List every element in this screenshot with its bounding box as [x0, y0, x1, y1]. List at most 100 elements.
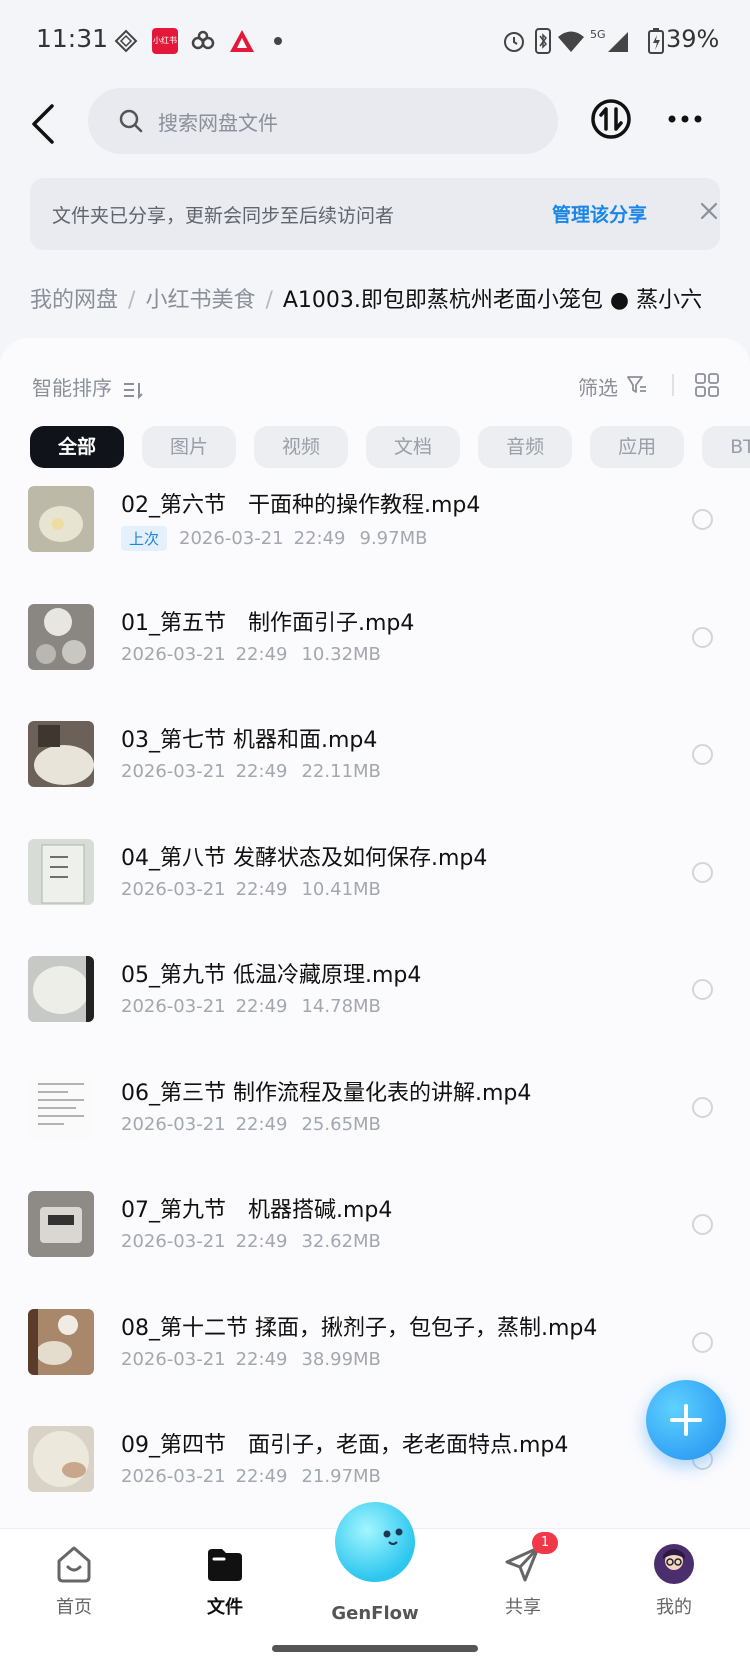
chip-images[interactable]: 图片 — [142, 426, 237, 468]
chip-documents[interactable]: 文档 — [366, 426, 461, 468]
file-date: 2026-03-21 — [121, 761, 226, 782]
file-time: 22:49 — [235, 643, 288, 665]
last-viewed-badge: 上次 — [121, 526, 168, 551]
list-item[interactable]: 02_第六节 干面种的操作教程.mp4 上次 2026-03-21 22:49 9.9… — [0, 486, 750, 604]
file-size: 22.11MB — [301, 761, 381, 782]
breadcrumb: 我的网盘 / 小红书美食 / A1003.即包即蒸杭州老面小笼包 ● 蒸小六 — [30, 282, 750, 316]
list-item[interactable]: 04_第八节 发酵状态及如何保存.mp4 2026-03-21 22:49 10.4… — [0, 838, 750, 957]
file-meta: 2026-03-21 22:49 10.32MB — [121, 644, 381, 665]
chip-bt-torrent[interactable]: BT种子 — [702, 426, 750, 468]
list-item[interactable]: 01_第五节 制作面引子.mp4 2026-03-21 22:49 10.32MB — [0, 603, 750, 722]
nav-files[interactable]: 文件 — [175, 1543, 275, 1619]
select-radio[interactable] — [692, 1331, 713, 1353]
file-panel: 智能排序 筛选 全部图片视频文档音频应用BT种子其他 02_第六节 干面种的操作… — [0, 338, 750, 1538]
file-name: 03_第七节 机器和面.mp4 — [121, 728, 378, 753]
notification-dot-icon — [274, 37, 282, 45]
select-radio[interactable] — [692, 509, 713, 530]
file-name: 04_第八节 发酵状态及如何保存.mp4 — [121, 845, 488, 871]
search-input[interactable]: 搜索网盘文件 — [88, 88, 558, 154]
breadcrumb-separator: / — [265, 288, 273, 313]
file-date: 2026-03-21 — [121, 1113, 226, 1135]
video-thumbnail — [28, 1426, 94, 1492]
list-item[interactable]: 07_第九节 机器搭碱.mp4 2026-03-21 22:49 32.62MB — [0, 1191, 750, 1309]
select-radio[interactable] — [692, 626, 713, 648]
file-size: 10.32MB — [301, 643, 381, 665]
file-time: 22:49 — [235, 996, 288, 1017]
xiaohongshu-app-icon: 小红书 — [152, 28, 178, 54]
chip-all[interactable]: 全部 — [30, 426, 125, 468]
file-date: 2026-03-21 — [121, 996, 226, 1017]
share-notification-badge: 1 — [532, 1532, 558, 1554]
more-icon[interactable] — [664, 98, 706, 140]
file-meta: 2026-03-21 22:49 21.97MB — [121, 1466, 381, 1487]
file-size: 21.97MB — [301, 1466, 381, 1487]
video-thumbnail — [28, 721, 94, 787]
nav-mine-label: 我的 — [656, 1597, 692, 1618]
video-thumbnail — [28, 1191, 94, 1257]
file-date: 2026-03-21 — [121, 1348, 226, 1370]
nav-home-label: 首页 — [56, 1597, 92, 1618]
file-meta: 上次 2026-03-21 22:49 9.97MB — [121, 526, 427, 551]
chip-apps[interactable]: 应用 — [590, 426, 685, 468]
filter-icon[interactable] — [626, 374, 648, 396]
video-thumbnail — [28, 603, 94, 670]
list-item[interactable]: 05_第九节 低温冷藏原理.mp4 2026-03-21 22:49 14.78MB — [0, 956, 750, 1074]
category-filter-chips: 全部图片视频文档音频应用BT种子其他 — [30, 426, 750, 470]
app-icon — [230, 30, 254, 52]
file-date: 2026-03-21 — [121, 878, 226, 900]
file-meta: 2026-03-21 22:49 38.99MB — [121, 1349, 381, 1370]
back-icon[interactable] — [24, 102, 64, 146]
file-size: 14.78MB — [301, 996, 381, 1017]
file-list: 02_第六节 干面种的操作教程.mp4 上次 2026-03-21 22:49 9.9… — [0, 486, 750, 1544]
select-radio[interactable] — [692, 744, 713, 765]
file-time: 22:49 — [235, 761, 288, 782]
add-button[interactable] — [646, 1380, 726, 1460]
file-date: 2026-03-21 — [121, 1231, 226, 1252]
filter-button[interactable]: 筛选 — [578, 372, 618, 401]
file-date: 2026-03-21 — [121, 1466, 226, 1487]
folder-icon — [208, 1549, 242, 1581]
nav-share[interactable]: 共享 — [473, 1543, 573, 1619]
breadcrumb-current: A1003.即包即蒸杭州老面小笼包 ● 蒸小六 — [282, 288, 703, 313]
chip-audio[interactable]: 音频 — [478, 426, 573, 468]
home-indicator[interactable] — [272, 1645, 478, 1652]
nav-mine[interactable]: 我的 — [624, 1543, 724, 1619]
toolbar-divider — [672, 374, 674, 396]
select-radio[interactable] — [692, 979, 713, 1000]
select-radio[interactable] — [692, 1096, 713, 1118]
close-banner-button[interactable] — [698, 200, 724, 226]
file-name: 05_第九节 低温冷藏原理.mp4 — [121, 963, 422, 988]
manage-share-link[interactable]: 管理该分享 — [552, 200, 647, 227]
breadcrumb-folder[interactable]: 小红书美食 — [145, 288, 255, 313]
chip-videos[interactable]: 视频 — [254, 426, 349, 468]
transfer-icon[interactable] — [590, 98, 632, 140]
file-time: 22:49 — [235, 878, 288, 900]
file-time: 22:49 — [235, 1348, 288, 1370]
sort-icon — [124, 382, 144, 399]
file-name: 08_第十二节 揉面，揪剂子，包包子，蒸制.mp4 — [121, 1315, 598, 1341]
nav-home[interactable]: 首页 — [24, 1543, 124, 1619]
genflow-assistant-icon[interactable] — [335, 1502, 415, 1582]
select-radio[interactable] — [692, 1214, 713, 1235]
breadcrumb-separator: / — [128, 288, 136, 313]
breadcrumb-root[interactable]: 我的网盘 — [30, 288, 118, 313]
status-bar: 11:31 小红书 5G 39% — [0, 0, 750, 84]
share-banner-text: 文件夹已分享，更新会同步至后续访问者 — [52, 205, 395, 227]
file-meta: 2026-03-21 22:49 25.65MB — [121, 1114, 381, 1135]
list-item[interactable]: 06_第三节 制作流程及量化表的讲解.mp4 2026-03-21 22:49 25… — [0, 1073, 750, 1192]
file-name: 09_第四节 面引子，老面，老老面特点.mp4 — [121, 1433, 569, 1458]
file-time: 22:49 — [235, 1466, 288, 1487]
sort-button[interactable]: 智能排序 — [32, 372, 144, 401]
video-thumbnail — [28, 838, 94, 905]
battery-icon — [648, 28, 664, 54]
list-item[interactable]: 03_第七节 机器和面.mp4 2026-03-21 22:49 22.11MB — [0, 721, 750, 839]
video-thumbnail — [28, 956, 94, 1022]
home-icon — [57, 1546, 91, 1583]
select-radio[interactable] — [692, 861, 713, 883]
file-size: 25.65MB — [301, 1113, 381, 1135]
list-item[interactable]: 08_第十二节 揉面，揪剂子，包包子，蒸制.mp4 2026-03-21 22:4… — [0, 1308, 750, 1427]
video-thumbnail — [28, 1308, 94, 1375]
file-meta: 2026-03-21 22:49 32.62MB — [121, 1231, 381, 1252]
grid-view-icon[interactable] — [694, 372, 720, 398]
alarm-icon — [504, 32, 524, 52]
